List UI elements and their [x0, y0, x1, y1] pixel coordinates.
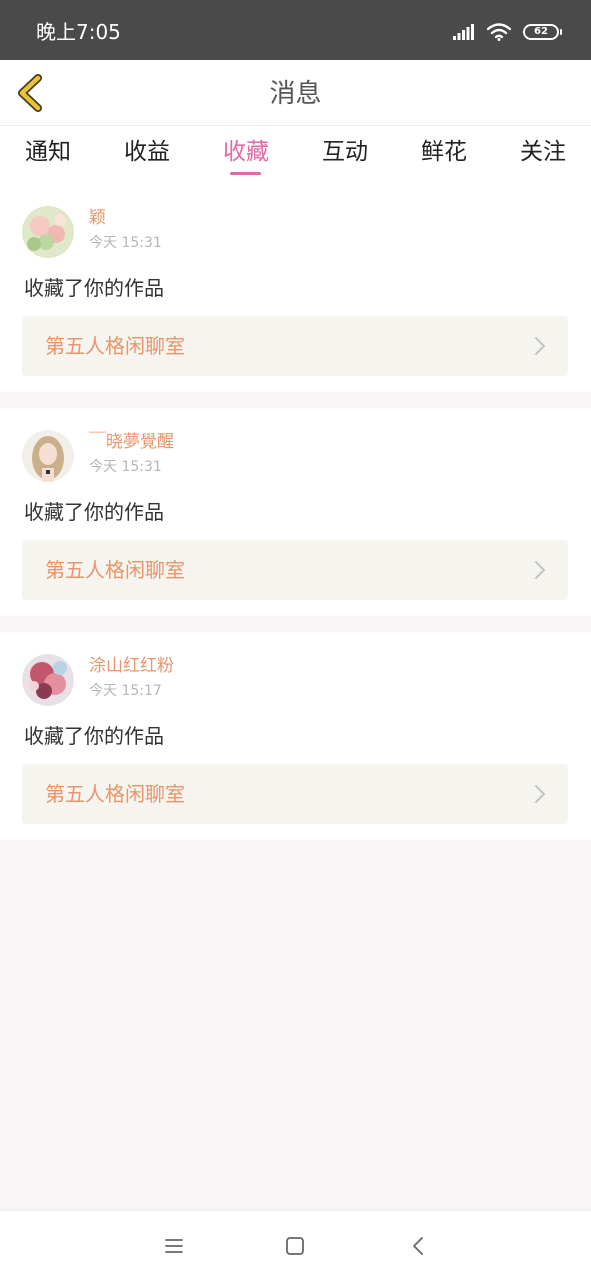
signal-icon [453, 24, 474, 40]
active-tab-indicator [230, 172, 261, 175]
chevron-right-icon [535, 785, 545, 803]
username[interactable]: 颖 [89, 207, 106, 229]
work-link[interactable]: 第五人格闲聊室 [22, 540, 568, 600]
page-title: 消息 [269, 79, 322, 109]
chevron-right-icon [535, 337, 545, 355]
work-title: 第五人格闲聊室 [45, 782, 185, 806]
work-title: 第五人格闲聊室 [45, 558, 185, 582]
avatar-image [22, 430, 74, 482]
timestamp: 今天 15:17 [89, 683, 162, 699]
back-icon[interactable] [406, 1233, 432, 1259]
timestamp: 今天 15:31 [89, 459, 162, 475]
username[interactable]: ￣晓夢覺醒 [89, 431, 174, 453]
tab-earnings[interactable]: 收益 [107, 138, 187, 166]
battery-icon: 62 [523, 24, 562, 40]
home-icon[interactable] [282, 1233, 308, 1259]
work-link[interactable]: 第五人格闲聊室 [22, 764, 568, 824]
system-nav-bar [0, 1210, 591, 1280]
avatar-image [22, 654, 74, 706]
status-bar: 晚上7:05 62 [0, 0, 591, 60]
message-card: ￣晓夢覺醒 今天 15:31 收藏了你的作品 第五人格闲聊室 [0, 408, 591, 616]
timestamp: 今天 15:31 [89, 235, 162, 251]
header: 消息 [0, 60, 591, 126]
username[interactable]: 涂山红红粉 [89, 655, 174, 677]
chevron-right-icon [535, 561, 545, 579]
status-icons: 62 [453, 20, 562, 44]
work-link[interactable]: 第五人格闲聊室 [22, 316, 568, 376]
action-text: 收藏了你的作品 [24, 500, 164, 524]
work-title: 第五人格闲聊室 [45, 334, 185, 358]
tab-favorites[interactable]: 收藏 [206, 138, 286, 166]
avatar-image [22, 206, 74, 258]
action-text: 收藏了你的作品 [24, 724, 164, 748]
avatar[interactable] [22, 654, 74, 706]
tab-notifications[interactable]: 通知 [8, 138, 88, 166]
message-card: 颖 今天 15:31 收藏了你的作品 第五人格闲聊室 [0, 184, 591, 392]
tab-interactions[interactable]: 互动 [305, 138, 385, 166]
menu-icon[interactable] [161, 1233, 187, 1259]
tab-following[interactable]: 关注 [503, 138, 583, 166]
avatar[interactable] [22, 206, 74, 258]
avatar[interactable] [22, 430, 74, 482]
wifi-icon [487, 23, 511, 41]
message-card: 涂山红红粉 今天 15:17 收藏了你的作品 第五人格闲聊室 [0, 632, 591, 840]
tab-bar: 通知 收益 收藏 互动 鲜花 关注 [0, 126, 591, 190]
action-text: 收藏了你的作品 [24, 276, 164, 300]
status-time: 晚上7:05 [36, 20, 121, 44]
tab-flowers[interactable]: 鲜花 [404, 138, 484, 166]
